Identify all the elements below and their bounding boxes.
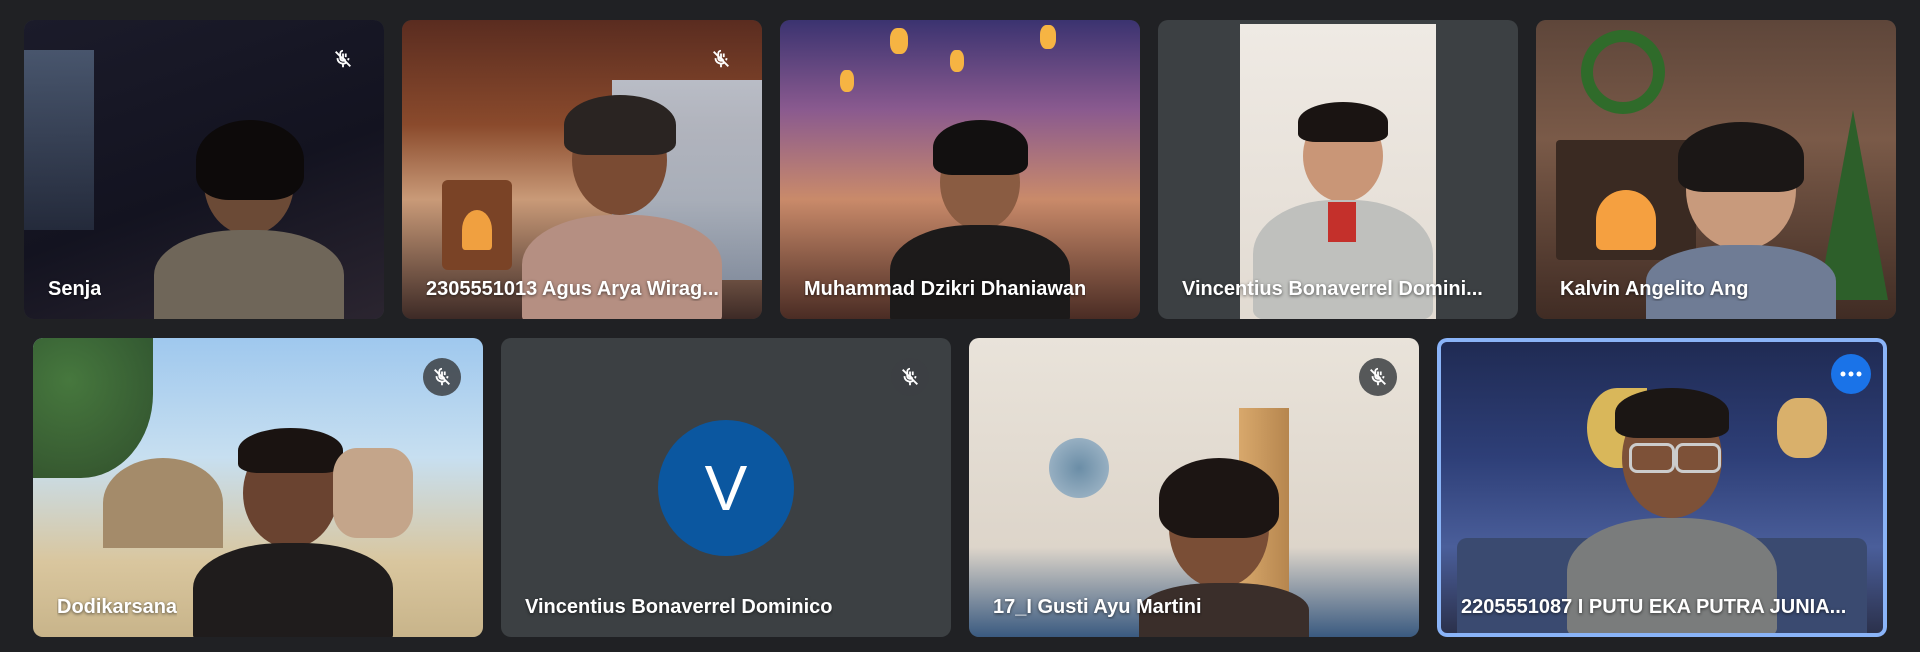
wall-decor xyxy=(1049,438,1109,498)
lantern xyxy=(1040,25,1056,49)
participant-tile-gusti-ayu[interactable]: 17_I Gusti Ayu Martini xyxy=(969,338,1419,637)
participant-tile-kalvin[interactable]: Kalvin Angelito Ang xyxy=(1536,20,1896,319)
fireplace xyxy=(442,180,512,270)
participant-tile-putu-eka[interactable]: 2205551087 I PUTU EKA PUTRA JUNIA... xyxy=(1437,338,1887,637)
participant-name: Vincentius Bonaverrel Dominico xyxy=(525,596,833,618)
lantern xyxy=(890,28,908,54)
mic-off-icon xyxy=(891,358,929,396)
building-rail xyxy=(24,50,94,230)
participant-name: Vincentius Bonaverrel Domini... xyxy=(1182,278,1483,300)
participant-name: 17_I Gusti Ayu Martini xyxy=(993,596,1202,618)
participant-name: 2205551087 I PUTU EKA PUTRA JUNIA... xyxy=(1461,596,1847,618)
participant-tile-senja[interactable]: Senja xyxy=(24,20,384,319)
participant-figure xyxy=(183,428,413,637)
lantern xyxy=(950,50,964,72)
more-options-icon xyxy=(1840,371,1862,377)
participant-name: Muhammad Dzikri Dhaniawan xyxy=(804,278,1087,300)
wreath xyxy=(1581,30,1665,114)
participant-name: Kalvin Angelito Ang xyxy=(1560,278,1749,300)
participant-name: Dodikarsana xyxy=(57,596,178,618)
lantern xyxy=(840,70,854,92)
avatar: V xyxy=(658,420,794,556)
mic-off-icon xyxy=(423,358,461,396)
participant-tile-agus[interactable]: 2305551013 Agus Arya Wirag... xyxy=(402,20,762,319)
participant-tile-vincentius-avatar[interactable]: V Vincentius Bonaverrel Dominico xyxy=(501,338,951,637)
participant-tile-vincentius-video[interactable]: Vincentius Bonaverrel Domini... xyxy=(1158,20,1518,319)
participant-name: 2305551013 Agus Arya Wirag... xyxy=(426,278,719,300)
participant-figure xyxy=(134,120,344,319)
mic-off-icon xyxy=(1359,358,1397,396)
meeting-grid: Senja 2305551013 Agus Arya Wirag... Muha… xyxy=(0,0,1920,652)
more-options-button[interactable] xyxy=(1831,354,1871,394)
participant-name: Senja xyxy=(48,278,102,300)
mic-off-icon xyxy=(324,40,362,78)
participant-tile-dodikarsana[interactable]: Dodikarsana xyxy=(33,338,483,637)
mascot xyxy=(1777,398,1827,458)
mic-off-icon xyxy=(702,40,740,78)
participant-tile-muhammad[interactable]: Muhammad Dzikri Dhaniawan xyxy=(780,20,1140,319)
